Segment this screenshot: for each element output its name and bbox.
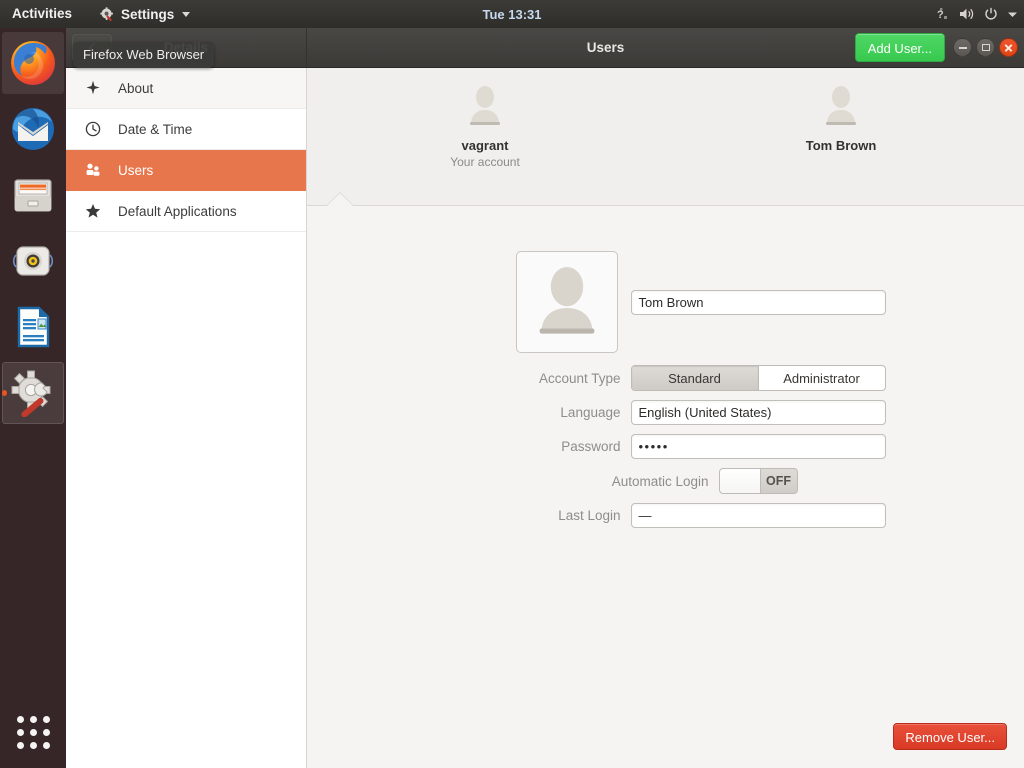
avatar-icon: [817, 82, 865, 130]
sidebar-item-label: Users: [118, 163, 153, 178]
add-user-button[interactable]: Add User...: [855, 33, 945, 62]
avatar-row: Tom Brown: [446, 251, 886, 353]
dock-item-files[interactable]: [2, 164, 64, 226]
close-icon: [1004, 43, 1013, 52]
users-icon: [85, 162, 101, 178]
password-button[interactable]: •••••: [631, 434, 886, 459]
activities-button[interactable]: Activities: [0, 0, 82, 28]
star-icon: [85, 203, 101, 219]
sidebar-item-label: About: [118, 81, 153, 96]
system-tray: ?: [936, 0, 1018, 28]
maximize-button[interactable]: [976, 38, 995, 57]
last-login-row: Last Login —: [446, 503, 886, 528]
users-panel: vagrant Your account Tom Brown: [307, 68, 1024, 768]
automatic-login-label: Automatic Login: [534, 474, 719, 489]
show-applications-button[interactable]: [7, 706, 59, 758]
user-subtitle: Your account: [450, 155, 520, 169]
language-row: Language English (United States): [446, 400, 886, 425]
user-card-vagrant[interactable]: vagrant Your account: [307, 68, 663, 169]
account-type-toggle[interactable]: Standard Administrator: [631, 365, 886, 391]
rhythmbox-icon: [9, 237, 57, 285]
password-value: •••••: [639, 439, 669, 454]
last-login-value: —: [631, 503, 886, 528]
maximize-icon: [982, 44, 990, 51]
power-icon[interactable]: [984, 7, 998, 21]
clock-icon: [85, 121, 101, 137]
settings-icon: [100, 7, 115, 22]
account-type-option-standard[interactable]: Standard: [632, 366, 759, 390]
automatic-login-row: Automatic Login OFF: [534, 468, 798, 494]
app-menu-button[interactable]: Settings: [92, 0, 198, 28]
sidebar-item-default-applications[interactable]: Default Applications: [66, 191, 306, 232]
apps-grid-icon: [17, 716, 50, 749]
selected-user-pointer: [327, 193, 353, 206]
user-detail-form: Tom Brown Account Type Standard Administ…: [307, 251, 1024, 537]
window-body: About Date & Time Users: [66, 68, 1024, 768]
avatar-icon: [526, 261, 608, 343]
app-menu-label: Settings: [121, 7, 174, 22]
remove-user-button[interactable]: Remove User...: [893, 723, 1007, 750]
sidebar-item-users[interactable]: Users: [66, 150, 306, 191]
libreoffice-writer-icon: [9, 303, 57, 351]
close-button[interactable]: [999, 38, 1018, 57]
switch-state-label: OFF: [761, 469, 797, 493]
minimize-icon: [959, 47, 967, 49]
thunderbird-icon: [9, 105, 57, 153]
window-headerbar: Details Users Add User... Firefox Web Br…: [66, 28, 1024, 68]
automatic-login-switch[interactable]: OFF: [719, 468, 798, 494]
chevron-down-icon: [182, 12, 190, 17]
sidebar-item-label: Default Applications: [118, 204, 237, 219]
user-name: vagrant: [462, 138, 509, 153]
firefox-icon: [9, 39, 57, 87]
settings-tools-icon: [9, 369, 57, 417]
page-title: Users: [307, 40, 904, 55]
language-button[interactable]: English (United States): [631, 400, 886, 425]
files-icon: [9, 171, 57, 219]
accessibility-icon[interactable]: ?: [936, 7, 950, 21]
user-card-tom-brown[interactable]: Tom Brown: [663, 68, 1019, 155]
sidebar-item-date-time[interactable]: Date & Time: [66, 109, 306, 150]
dock-item-libreoffice-writer[interactable]: [2, 296, 64, 358]
dock-item-firefox[interactable]: [2, 32, 64, 94]
account-type-option-administrator[interactable]: Administrator: [759, 366, 885, 390]
avatar-icon: [461, 82, 509, 130]
minimize-button[interactable]: [953, 38, 972, 57]
user-carousel: vagrant Your account Tom Brown: [307, 68, 1024, 206]
switch-knob: [720, 469, 761, 493]
user-name: Tom Brown: [806, 138, 877, 153]
dock-item-settings[interactable]: [2, 362, 64, 424]
full-name-input[interactable]: Tom Brown: [631, 290, 886, 315]
settings-window: Details Users Add User... Firefox Web Br…: [66, 28, 1024, 768]
dropdown-arrow-icon[interactable]: [1007, 10, 1018, 19]
dock-tooltip: Firefox Web Browser: [73, 42, 214, 68]
window-controls: [953, 38, 1018, 57]
account-type-row: Account Type Standard Administrator: [446, 365, 886, 391]
password-row: Password •••••: [446, 434, 886, 459]
ubuntu-dock: [0, 28, 66, 768]
user-detail-form-wrapper: Tom Brown Account Type Standard Administ…: [307, 206, 1024, 768]
headerbar-right: Users Add User...: [307, 28, 1024, 67]
language-label: Language: [446, 405, 631, 420]
sidebar-item-about[interactable]: About: [66, 68, 306, 109]
sidebar-item-label: Date & Time: [118, 122, 192, 137]
dock-item-thunderbird[interactable]: [2, 98, 64, 160]
volume-icon[interactable]: [959, 7, 975, 21]
sparkle-icon: [85, 80, 101, 96]
user-avatar-button[interactable]: [516, 251, 618, 353]
dock-item-rhythmbox[interactable]: [2, 230, 64, 292]
svg-text:?: ?: [937, 9, 944, 21]
settings-sidebar: About Date & Time Users: [66, 68, 307, 768]
account-type-label: Account Type: [446, 371, 631, 386]
last-login-label: Last Login: [446, 508, 631, 523]
password-label: Password: [446, 439, 631, 454]
gnome-top-bar: Activities Settings Tue 13:31 ?: [0, 0, 1024, 28]
